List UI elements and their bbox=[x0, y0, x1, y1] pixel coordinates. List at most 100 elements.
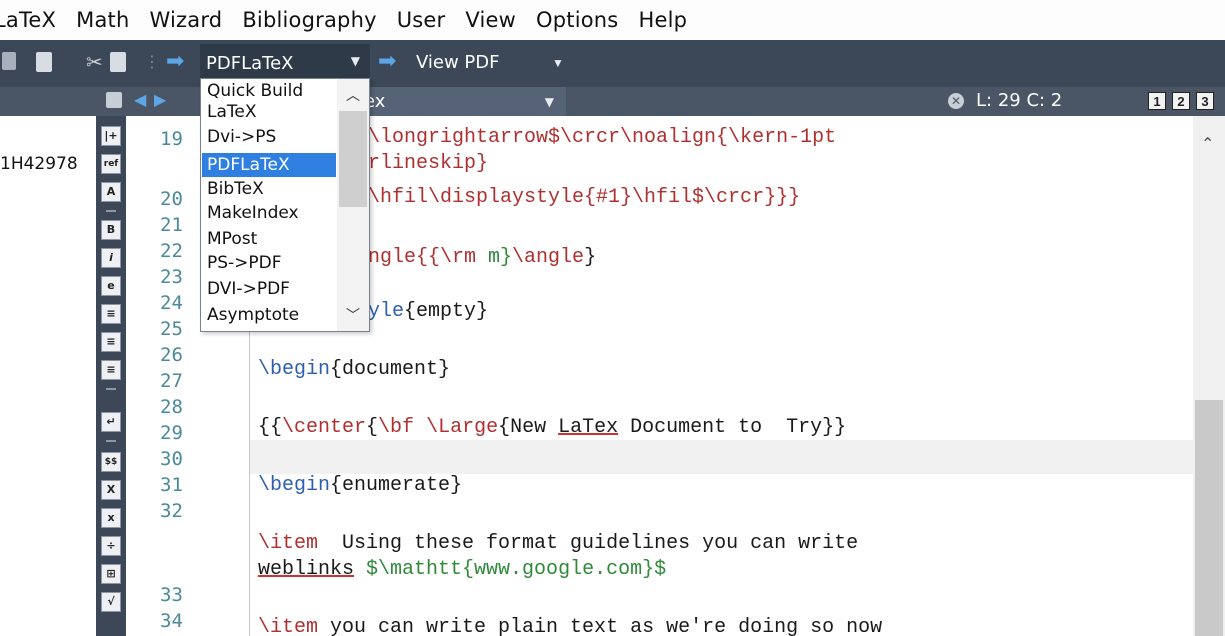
code-line: yle{empty} bbox=[368, 300, 488, 323]
code-line: \begin{enumerate} bbox=[258, 474, 462, 497]
chevron-down-icon[interactable]: ▼ bbox=[545, 95, 554, 109]
copy-icon[interactable] bbox=[36, 52, 52, 72]
code-token: \rm bbox=[440, 246, 477, 269]
dropdown-item-mpost[interactable]: MPost bbox=[207, 229, 257, 249]
bold-icon[interactable]: B bbox=[101, 220, 121, 240]
structure-item[interactable]: 1H42978 bbox=[0, 154, 78, 174]
view-run-arrow-icon[interactable]: ➡ bbox=[378, 50, 396, 72]
view-2-button[interactable]: 2 bbox=[1172, 92, 1190, 110]
dropdown-item-pdflatex[interactable]: PDFLaTeX bbox=[202, 153, 336, 177]
dropdown-item-makeindex[interactable]: MakeIndex bbox=[207, 203, 299, 223]
chevron-up-icon[interactable]: ︿ bbox=[346, 85, 360, 105]
build-command-dropdown: Quick Build LaTeX Dvi->PS PDFLaTeX BibTe… bbox=[200, 78, 370, 332]
code-token: } bbox=[584, 246, 597, 269]
line-number: 25 bbox=[160, 318, 183, 340]
code-editor[interactable]: \longrightarrow$\crcr\noalign{\kern-1pt … bbox=[250, 116, 1193, 636]
code-token: {document} bbox=[330, 358, 451, 381]
code-token: \begin bbox=[258, 474, 331, 497]
code-token: \bf bbox=[378, 416, 415, 439]
line-number: 30 bbox=[160, 448, 183, 470]
ref-icon[interactable]: ref bbox=[101, 154, 121, 174]
display-math-icon[interactable]: $$ bbox=[101, 452, 121, 472]
close-icon[interactable]: ✕ bbox=[948, 93, 964, 109]
build-command-select[interactable]: PDFLaTeX ▼ bbox=[200, 44, 370, 82]
line-number: 34 bbox=[160, 610, 183, 632]
divider-icon bbox=[106, 440, 116, 442]
chevron-down-icon[interactable]: ﹀ bbox=[346, 305, 360, 325]
code-token: Using these format guidelines you can wr… bbox=[318, 532, 859, 555]
line-number: 26 bbox=[160, 344, 183, 366]
arrow-left-icon[interactable]: ◀ bbox=[134, 90, 146, 110]
scroll-thumb[interactable] bbox=[1195, 400, 1223, 636]
build-run-arrow-icon[interactable]: ➡ bbox=[166, 50, 184, 72]
code-token: Document to Try}} bbox=[618, 416, 847, 439]
align-center-icon[interactable]: ≡ bbox=[101, 332, 121, 352]
dropdown-item-quick-build[interactable]: Quick Build bbox=[207, 81, 303, 101]
line-number: 21 bbox=[160, 214, 183, 236]
latex-icon-strip: |+ ref A B i e ≡ ≡ ≡ ↵ $$ X x ÷ ⊞ √ bbox=[96, 116, 126, 636]
code-line: \longrightarrow$\crcr\noalign{\kern-1pt bbox=[368, 126, 837, 149]
code-line: ngle{{\rm m}\angle} bbox=[368, 246, 596, 269]
fraction-icon[interactable]: ÷ bbox=[101, 536, 121, 556]
view-1-button[interactable]: 1 bbox=[1148, 92, 1166, 110]
italic-icon[interactable]: i bbox=[101, 248, 121, 268]
line-number: 29 bbox=[160, 422, 183, 444]
code-token: yle bbox=[368, 300, 405, 323]
editor-scrollbar[interactable]: ⌃ bbox=[1193, 116, 1225, 636]
align-left-icon[interactable]: ≡ bbox=[101, 304, 121, 324]
code-token: {enumerate} bbox=[330, 474, 463, 497]
view-command-label[interactable]: View PDF bbox=[416, 52, 500, 73]
superscript-icon[interactable]: x bbox=[101, 508, 121, 528]
line-number: 24 bbox=[160, 292, 183, 314]
code-token: {empty} bbox=[404, 300, 489, 323]
align-right-icon[interactable]: ≡ bbox=[101, 360, 121, 380]
divider-icon bbox=[106, 210, 116, 212]
menu-latex[interactable]: LaTeX bbox=[0, 8, 56, 32]
build-command-value: PDFLaTeX bbox=[206, 52, 294, 74]
line-number: 33 bbox=[160, 584, 183, 606]
dfrac-icon[interactable]: ⊞ bbox=[101, 564, 121, 584]
menu-bar: LaTeX Math Wizard Bibliography User View… bbox=[0, 0, 1225, 40]
view-3-button[interactable]: 3 bbox=[1196, 92, 1214, 110]
dropdown-item-ps-pdf[interactable]: PS->PDF bbox=[207, 253, 282, 273]
code-line: {{\center{\bf \Large{New LaTex Document … bbox=[258, 416, 846, 439]
dropdown-scroll-thumb[interactable] bbox=[339, 111, 367, 207]
file-tab[interactable]: ex ▼ bbox=[338, 87, 566, 116]
dropdown-item-dvi-ps[interactable]: Dvi->PS bbox=[207, 127, 276, 147]
cut-icon[interactable]: ✂ bbox=[86, 50, 103, 74]
sqrt-icon[interactable]: √ bbox=[101, 592, 121, 612]
line-number: 28 bbox=[160, 396, 183, 418]
code-token: you can write plain text as we're doing … bbox=[318, 616, 883, 636]
code-token: $\mathtt{www.google.com}$ bbox=[366, 558, 667, 581]
dropdown-item-dvi-pdf[interactable]: DVI->PDF bbox=[207, 279, 290, 299]
dropdown-item-bibtex[interactable]: BibTeX bbox=[207, 179, 264, 199]
partial-icon[interactable] bbox=[2, 52, 16, 70]
refresh-icon[interactable] bbox=[106, 92, 122, 108]
insert-item-icon[interactable]: |+ bbox=[101, 126, 121, 146]
menu-math[interactable]: Math bbox=[76, 8, 129, 32]
menu-bibliography[interactable]: Bibliography bbox=[242, 8, 376, 32]
chevron-down-icon[interactable]: ▼ bbox=[552, 56, 564, 70]
menu-help[interactable]: Help bbox=[638, 8, 687, 32]
dropdown-item-latex[interactable]: LaTeX bbox=[207, 102, 257, 122]
dropdown-item-asymptote[interactable]: Asymptote bbox=[207, 305, 299, 325]
menu-user[interactable]: User bbox=[397, 8, 446, 32]
subscript-icon[interactable]: X bbox=[101, 480, 121, 500]
editor-tab-bar: ◀ ▶ ex ▼ ✕ L: 29 C: 2 1 2 3 bbox=[0, 87, 1225, 116]
menu-view[interactable]: View bbox=[465, 8, 516, 32]
code-line: \hfil\displaystyle{#1}\hfil$\crcr}}} bbox=[368, 186, 801, 209]
code-token: { bbox=[366, 416, 379, 439]
line-number: 19 bbox=[160, 128, 183, 150]
chevron-up-icon[interactable]: ⌃ bbox=[1201, 134, 1214, 154]
newline-icon[interactable]: ↵ bbox=[101, 412, 121, 432]
arrow-right-icon[interactable]: ▶ bbox=[154, 90, 166, 110]
font-size-icon[interactable]: A bbox=[101, 182, 121, 202]
separator-icon: ⋮ bbox=[144, 54, 160, 71]
dropdown-scrollbar[interactable]: ︿ ﹀ bbox=[337, 79, 369, 331]
emphasis-icon[interactable]: e bbox=[101, 276, 121, 296]
menu-wizard[interactable]: Wizard bbox=[149, 8, 222, 32]
paste-icon[interactable] bbox=[110, 52, 126, 72]
code-line: \item you can write plain text as we're … bbox=[258, 616, 882, 636]
menu-options[interactable]: Options bbox=[536, 8, 618, 32]
code-token: \begin bbox=[258, 358, 331, 381]
